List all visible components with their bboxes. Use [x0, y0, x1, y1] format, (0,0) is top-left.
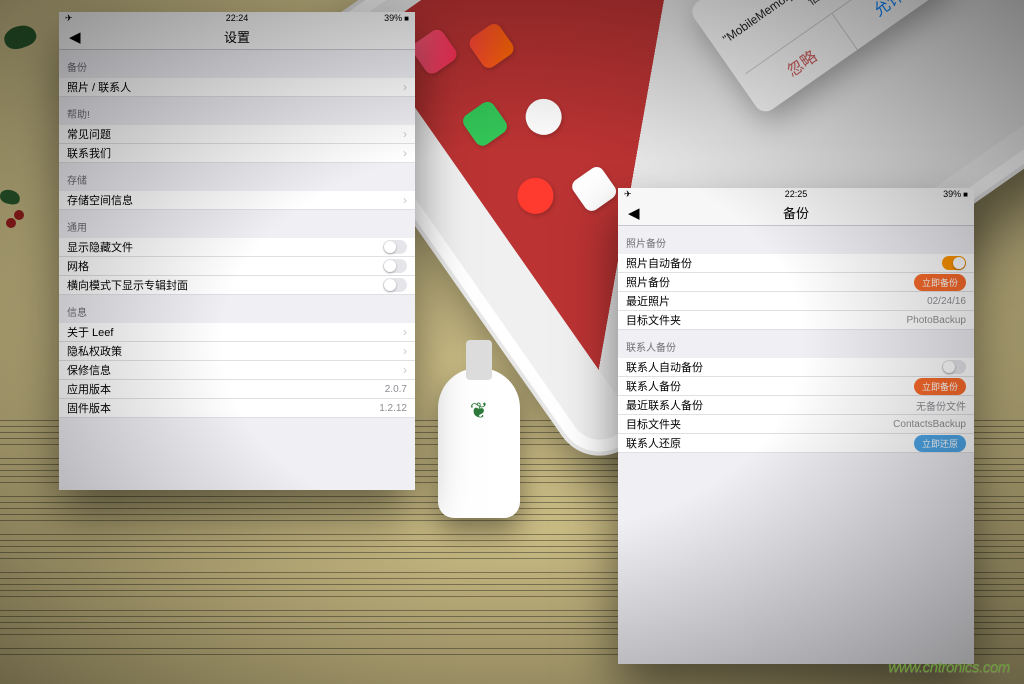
toggle-switch[interactable] — [383, 240, 407, 254]
settings-cell[interactable]: 保修信息 › — [59, 361, 415, 380]
settings-cell[interactable]: 关于 Leef › — [59, 323, 415, 342]
cell-label: 最近联系人备份 — [626, 397, 703, 413]
cell-value: 2.0.7 — [385, 384, 407, 395]
cell-value: PhotoBackup — [907, 315, 967, 326]
cell-label: 存储空间信息 — [67, 192, 133, 208]
chevron-right-icon: › — [403, 344, 407, 358]
status-carrier: ✈︎ — [624, 189, 632, 200]
cell-label: 照片备份 — [626, 274, 670, 290]
app-icon — [519, 92, 569, 142]
settings-cell[interactable]: 网格 — [59, 257, 415, 276]
dongle-plug — [466, 340, 492, 380]
settings-cell[interactable]: 常见问题 › — [59, 125, 415, 144]
cell-label: 联系我们 — [67, 145, 111, 161]
settings-cell[interactable]: 照片自动备份 — [618, 254, 974, 273]
cell-label: 目标文件夹 — [626, 416, 681, 432]
decor-berry — [6, 218, 16, 228]
cell-label: 照片自动备份 — [626, 255, 692, 271]
backup-now-button[interactable]: 立即备份 — [914, 378, 966, 395]
settings-cell: 目标文件夹 PhotoBackup — [618, 311, 974, 330]
toggle-switch[interactable] — [942, 360, 966, 374]
cell-value: 02/24/16 — [927, 296, 966, 307]
cell-label: 关于 Leef — [67, 324, 113, 340]
toggle-switch[interactable] — [383, 278, 407, 292]
status-time: 22:25 — [785, 189, 808, 199]
settings-cell[interactable]: 联系人备份 立即备份 — [618, 377, 974, 396]
app-icon — [569, 164, 619, 214]
settings-cell: 应用版本 2.0.7 — [59, 380, 415, 399]
chevron-right-icon: › — [403, 127, 407, 141]
section-header: 存储 — [59, 163, 415, 191]
status-battery: 39% — [384, 13, 409, 23]
section-header: 帮助! — [59, 97, 415, 125]
toggle-switch[interactable] — [942, 256, 966, 270]
chevron-right-icon: › — [403, 325, 407, 339]
app-icon — [466, 21, 516, 71]
nav-title: 设置 — [224, 27, 250, 46]
status-bar: ✈︎ 22:25 39% — [618, 188, 974, 200]
nav-bar: ◀ 备份 — [618, 200, 974, 226]
ios-alert: MobileMemory "MobileMemory" 想与 Leef"iAcc… — [688, 0, 952, 116]
settings-cell[interactable]: 照片 / 联系人 › — [59, 78, 415, 97]
settings-panel: ✈︎ 22:24 39% ◀ 设置 备份照片 / 联系人›帮助!常见问题›联系我… — [59, 12, 415, 490]
chevron-right-icon: › — [403, 146, 407, 160]
settings-cell: 目标文件夹 ContactsBackup — [618, 415, 974, 434]
usb-dongle: ❦ — [438, 368, 520, 518]
section-header: 联系人备份 — [618, 330, 974, 358]
leef-leaf-icon: ❦ — [470, 398, 488, 424]
settings-cell[interactable]: 联系人自动备份 — [618, 358, 974, 377]
settings-cell[interactable]: 联系我们 › — [59, 144, 415, 163]
section-header: 照片备份 — [618, 226, 974, 254]
settings-cell: 最近联系人备份 无备份文件 — [618, 396, 974, 415]
cell-label: 应用版本 — [67, 381, 111, 397]
status-bar: ✈︎ 22:24 39% — [59, 12, 415, 24]
cell-label: 固件版本 — [67, 400, 111, 416]
settings-cell[interactable]: 联系人还原 立即还原 — [618, 434, 974, 453]
cell-label: 隐私权政策 — [67, 343, 122, 359]
backup-panel: ✈︎ 22:25 39% ◀ 备份 照片备份照片自动备份照片备份立即备份最近照片… — [618, 188, 974, 664]
chevron-right-icon: › — [403, 80, 407, 94]
cell-label: 照片 / 联系人 — [67, 79, 131, 95]
app-icon — [409, 27, 459, 77]
cell-label: 联系人自动备份 — [626, 359, 703, 375]
cell-label: 横向模式下显示专辑封面 — [67, 277, 188, 293]
settings-cell[interactable]: 照片备份 立即备份 — [618, 273, 974, 292]
watermark-text: www.cntronics.com — [888, 659, 1010, 676]
cell-label: 保修信息 — [67, 362, 111, 378]
back-button[interactable]: ◀ — [69, 28, 81, 46]
cell-label: 最近照片 — [626, 293, 670, 309]
status-time: 22:24 — [226, 13, 249, 23]
app-icon — [510, 171, 560, 221]
toggle-switch[interactable] — [383, 259, 407, 273]
settings-cell[interactable]: 横向模式下显示专辑封面 — [59, 276, 415, 295]
nav-bar: ◀ 设置 — [59, 24, 415, 50]
section-header: 信息 — [59, 295, 415, 323]
cell-value: 1.2.12 — [379, 403, 407, 414]
settings-cell[interactable]: 显示隐藏文件 — [59, 238, 415, 257]
nav-title: 备份 — [783, 203, 809, 222]
settings-cell: 固件版本 1.2.12 — [59, 399, 415, 418]
back-button[interactable]: ◀ — [628, 204, 640, 222]
cell-value: ContactsBackup — [893, 419, 966, 430]
settings-cell[interactable]: 隐私权政策 › — [59, 342, 415, 361]
cell-label: 显示隐藏文件 — [67, 239, 133, 255]
cell-value: 无备份文件 — [916, 398, 966, 413]
backup-now-button[interactable]: 立即备份 — [914, 274, 966, 291]
cell-label: 目标文件夹 — [626, 312, 681, 328]
status-carrier: ✈︎ — [65, 13, 73, 24]
app-icon — [460, 99, 510, 149]
restore-now-button[interactable]: 立即还原 — [914, 435, 966, 452]
settings-cell: 最近照片 02/24/16 — [618, 292, 974, 311]
cell-label: 常见问题 — [67, 126, 111, 142]
section-header: 备份 — [59, 50, 415, 78]
cell-label: 联系人还原 — [626, 435, 681, 451]
chevron-right-icon: › — [403, 193, 407, 207]
settings-cell[interactable]: 存储空间信息 › — [59, 191, 415, 210]
cell-label: 网格 — [67, 258, 89, 274]
chevron-right-icon: › — [403, 363, 407, 377]
decor-berry — [14, 210, 24, 220]
section-header: 通用 — [59, 210, 415, 238]
cell-label: 联系人备份 — [626, 378, 681, 394]
status-battery: 39% — [943, 189, 968, 199]
